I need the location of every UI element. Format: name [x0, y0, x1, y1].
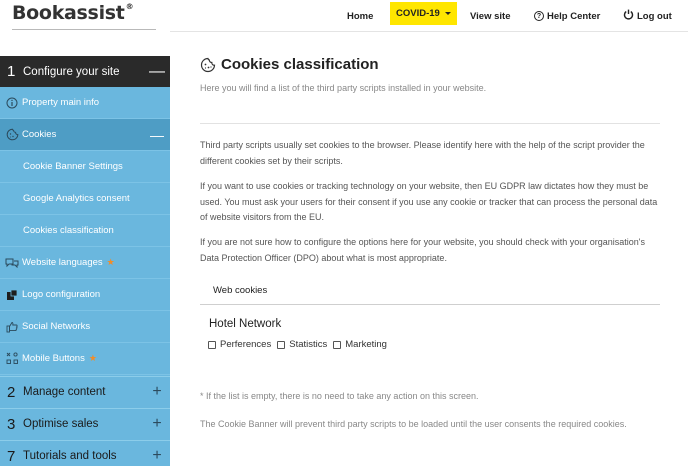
section-label: Manage content	[23, 386, 106, 398]
section-configure-site[interactable]: 1 Configure your site —	[0, 56, 170, 87]
checkbox-label: Marketing	[345, 339, 387, 350]
nav-help-center[interactable]: ? Help Center	[534, 7, 600, 25]
section-number: 3	[7, 415, 16, 433]
sidebar-item-label: Cookie Banner Settings	[23, 161, 123, 172]
sidebar-item-label: Cookies classification	[23, 225, 114, 236]
sidebar-item-label: Logo configuration	[22, 289, 101, 300]
sidebar-item-label: Cookies	[22, 129, 57, 140]
nav-view-site[interactable]: View site	[470, 7, 511, 25]
main-content: Cookies classification Here you will fin…	[170, 31, 688, 466]
help-icon: ?	[534, 11, 544, 21]
section-label: Configure your site	[23, 65, 120, 78]
checkbox-preferences[interactable]: Perferences	[208, 339, 271, 350]
section-number: 7	[7, 447, 16, 465]
info-icon	[0, 97, 22, 109]
dpo-paragraph: If you are not sure how to configure the…	[200, 237, 645, 263]
section-tutorials-tools[interactable]: 7 Tutorials and tools +	[0, 440, 170, 466]
expand-icon[interactable]: +	[144, 447, 170, 465]
sidebar-item-mobile-buttons[interactable]: Mobile Buttons ★	[0, 343, 170, 375]
nav-logout-label: Log out	[637, 10, 672, 22]
top-navigation: Home COVID-19 View site ? Help Center Log…	[170, 0, 688, 31]
intro-paragraph: Third party scripts usually set cookies …	[200, 140, 645, 166]
sidebar-item-logo-configuration[interactable]: Logo configuration	[0, 279, 170, 311]
tab-web-cookies[interactable]: Web cookies	[213, 285, 267, 296]
brand-header: Bookassist®	[0, 0, 170, 56]
group-title: Hotel Network	[209, 318, 282, 330]
collapse-icon[interactable]: —	[144, 63, 170, 81]
sidebar-item-label: Social Networks	[22, 321, 91, 332]
sidebar: Bookassist® 1 Configure your site — Prop…	[0, 0, 170, 466]
sidebar-item-label: Mobile Buttons ★	[22, 353, 97, 364]
star-icon: ★	[88, 353, 97, 363]
page-title: Cookies classification	[221, 56, 379, 73]
section-number: 1	[7, 63, 16, 80]
section-optimise-sales[interactable]: 3 Optimise sales +	[0, 408, 170, 439]
sidebar-item-google-analytics-consent[interactable]: Google Analytics consent	[0, 183, 170, 215]
tab-bar: Web cookies	[200, 282, 660, 305]
checkbox-label: Perferences	[220, 339, 272, 350]
checkbox-box[interactable]	[208, 340, 216, 349]
section-label: Tutorials and tools	[23, 450, 117, 462]
nav-covid-label: COVID-19	[396, 8, 440, 19]
checkbox-label: Statistics	[289, 339, 328, 350]
sidebar-item-cookie-banner-settings[interactable]: Cookie Banner Settings	[0, 151, 170, 183]
section-label: Optimise sales	[23, 418, 99, 430]
nav-home[interactable]: Home	[347, 7, 373, 25]
checkbox-box[interactable]	[333, 340, 342, 349]
chat-bubbles-icon	[0, 257, 22, 268]
nav-covid-19[interactable]: COVID-19	[390, 2, 457, 25]
star-icon: ★	[106, 257, 115, 267]
page-subtitle: Here you will find a list of the third p…	[200, 83, 487, 93]
cookie-banner-note: The Cookie Banner will prevent third par…	[200, 419, 627, 429]
sidebar-item-cookies-classification[interactable]: Cookies classification	[0, 215, 170, 247]
checkbox-box[interactable]	[277, 340, 286, 349]
chevron-down-icon	[444, 12, 451, 15]
cookie-icon	[0, 128, 22, 141]
section-manage-content[interactable]: 2 Manage content +	[0, 376, 170, 407]
nav-log-out[interactable]: Log out	[623, 7, 672, 25]
power-icon	[623, 9, 634, 23]
empty-list-note: * If the list is empty, there is no need…	[200, 391, 479, 401]
sidebar-item-label: Property main info	[22, 97, 100, 108]
cookie-icon	[200, 57, 216, 73]
checkbox-statistics[interactable]: Statistics	[277, 339, 327, 350]
sidebar-item-label: Google Analytics consent	[23, 193, 130, 204]
expand-icon[interactable]: +	[144, 383, 170, 401]
collapse-icon[interactable]: —	[144, 127, 170, 143]
sidebar-item-cookies[interactable]: Cookies —	[0, 119, 170, 151]
cookie-category-checkboxes: Perferences Statistics Marketing	[208, 339, 393, 350]
page-header: Cookies classification	[200, 56, 379, 73]
sidebar-item-website-languages[interactable]: Website languages ★	[0, 247, 170, 279]
sidebar-item-social-networks[interactable]: Social Networks	[0, 311, 170, 343]
gdpr-paragraph: If you want to use cookies or tracking t…	[200, 181, 658, 222]
mobile-buttons-icon	[0, 352, 22, 365]
logo-icon	[0, 289, 22, 301]
brand-logo[interactable]: Bookassist®	[12, 2, 134, 24]
sidebar-item-property-main-info[interactable]: Property main info	[0, 87, 170, 119]
divider	[200, 123, 660, 124]
expand-icon[interactable]: +	[144, 415, 170, 433]
thumbs-up-icon	[0, 321, 22, 333]
checkbox-marketing[interactable]: Marketing	[333, 339, 387, 350]
sidebar-item-label: Website languages ★	[22, 257, 115, 268]
brand-divider	[12, 29, 156, 30]
nav-help-label: Help Center	[547, 10, 601, 22]
section-number: 2	[7, 383, 16, 401]
